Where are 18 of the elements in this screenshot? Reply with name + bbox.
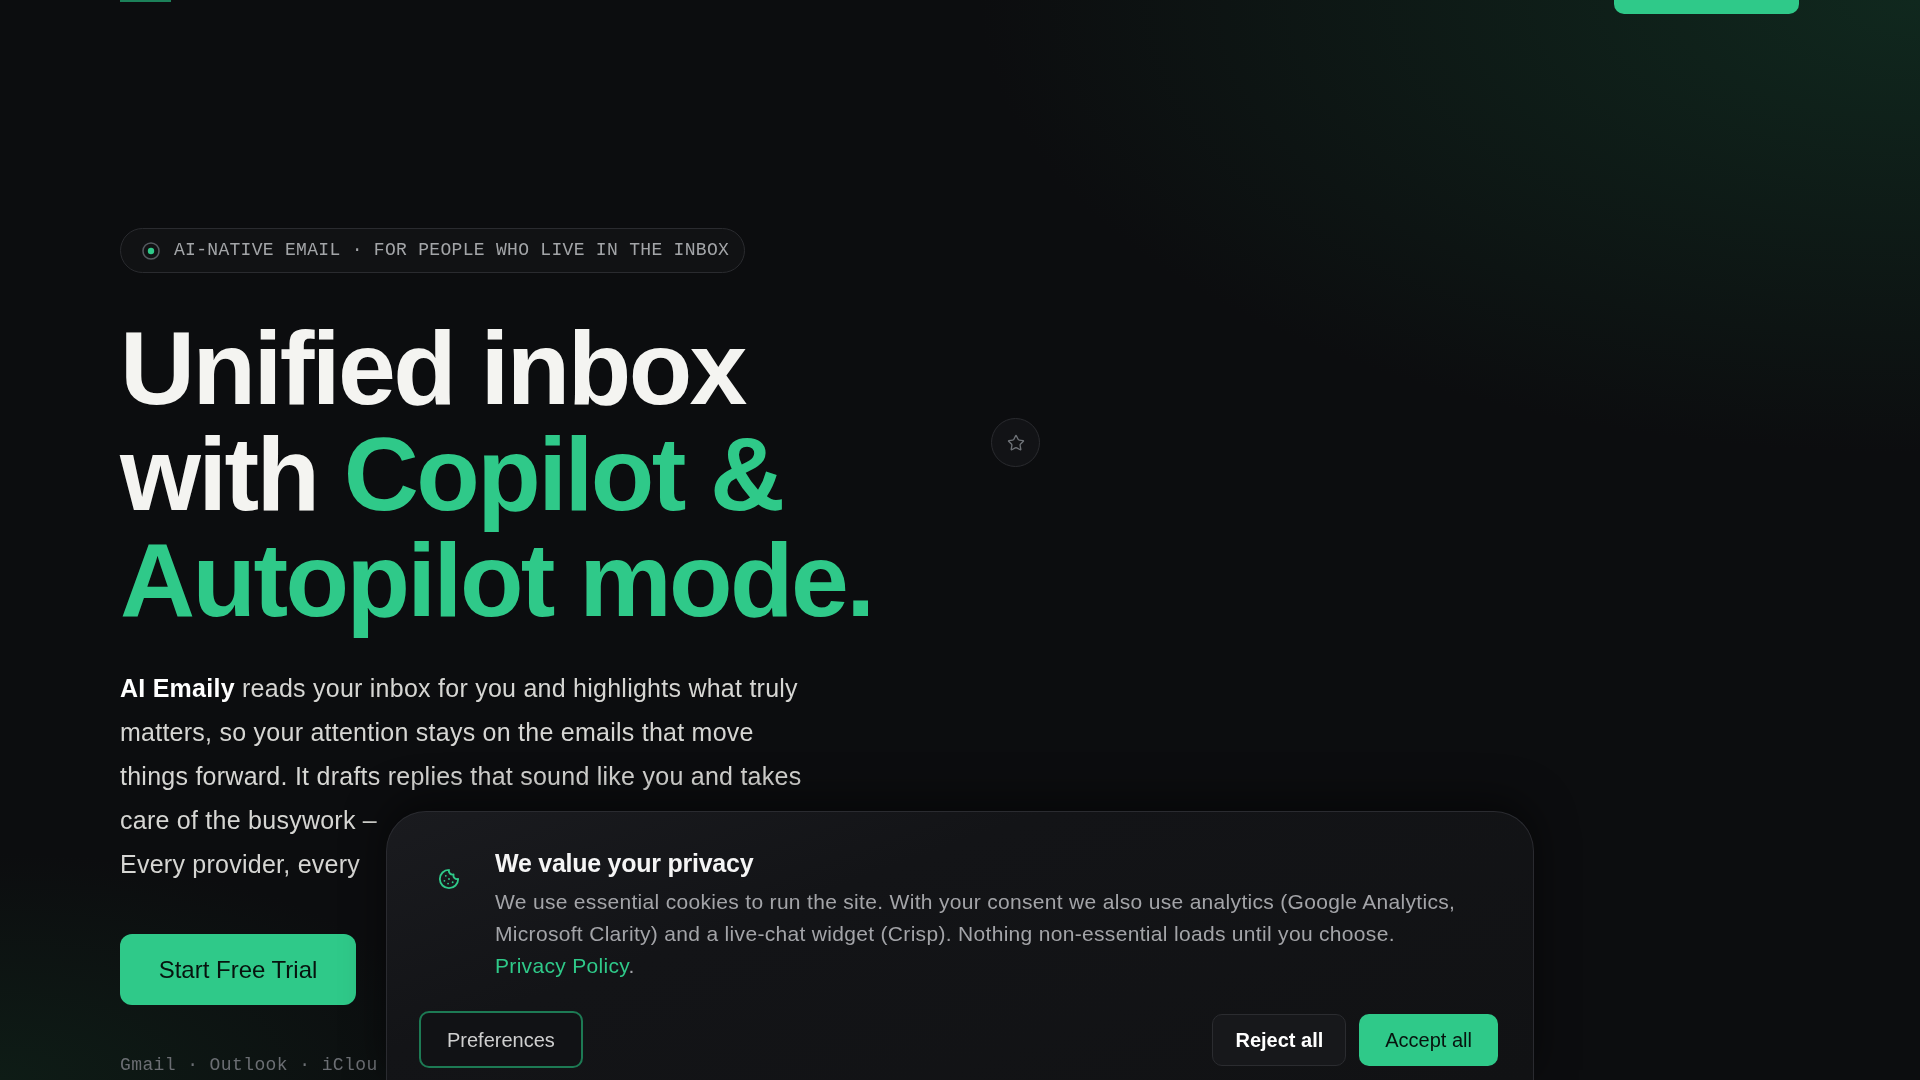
reject-button[interactable]: Reject all — [1212, 1013, 1347, 1066]
tagline-text: AI-NATIVE EMAIL · FOR PEOPLE WHO LIVE IN THE INBOX — [174, 239, 730, 262]
accept-button[interactable]: Accept all — [1359, 1013, 1498, 1066]
cookie-notice-text: We use essential cookies to run the site. With your consent we also use analytics (Google Analytics, Microsoft Clarity) and a live-chat widget (Crisp). Nothing non-essential loads until you choose. Privacy Policy. — [495, 889, 1457, 979]
star-icon — [1006, 433, 1025, 452]
dialog-title: We value your privacy — [495, 848, 755, 878]
preferences-button[interactable]: Preferences — [419, 1011, 583, 1068]
start-trial-button[interactable]: Start Free Trial — [120, 934, 356, 1005]
description-text: care of the busywork – — [120, 805, 377, 836]
star-button[interactable] — [991, 418, 1040, 467]
providers-text: Gmail · Outlook · iClou — [120, 1054, 378, 1076]
status-ring-icon — [142, 241, 160, 260]
privacy-policy-link[interactable]: Privacy Policy — [495, 954, 629, 977]
cookie-icon — [438, 868, 460, 890]
headline: Unified inbox with Copilot & Autopilot mode. — [120, 315, 874, 640]
description-text: Every provider, every — [120, 849, 361, 880]
logo-mark — [120, 0, 171, 2]
nav-button[interactable] — [1614, 0, 1799, 14]
